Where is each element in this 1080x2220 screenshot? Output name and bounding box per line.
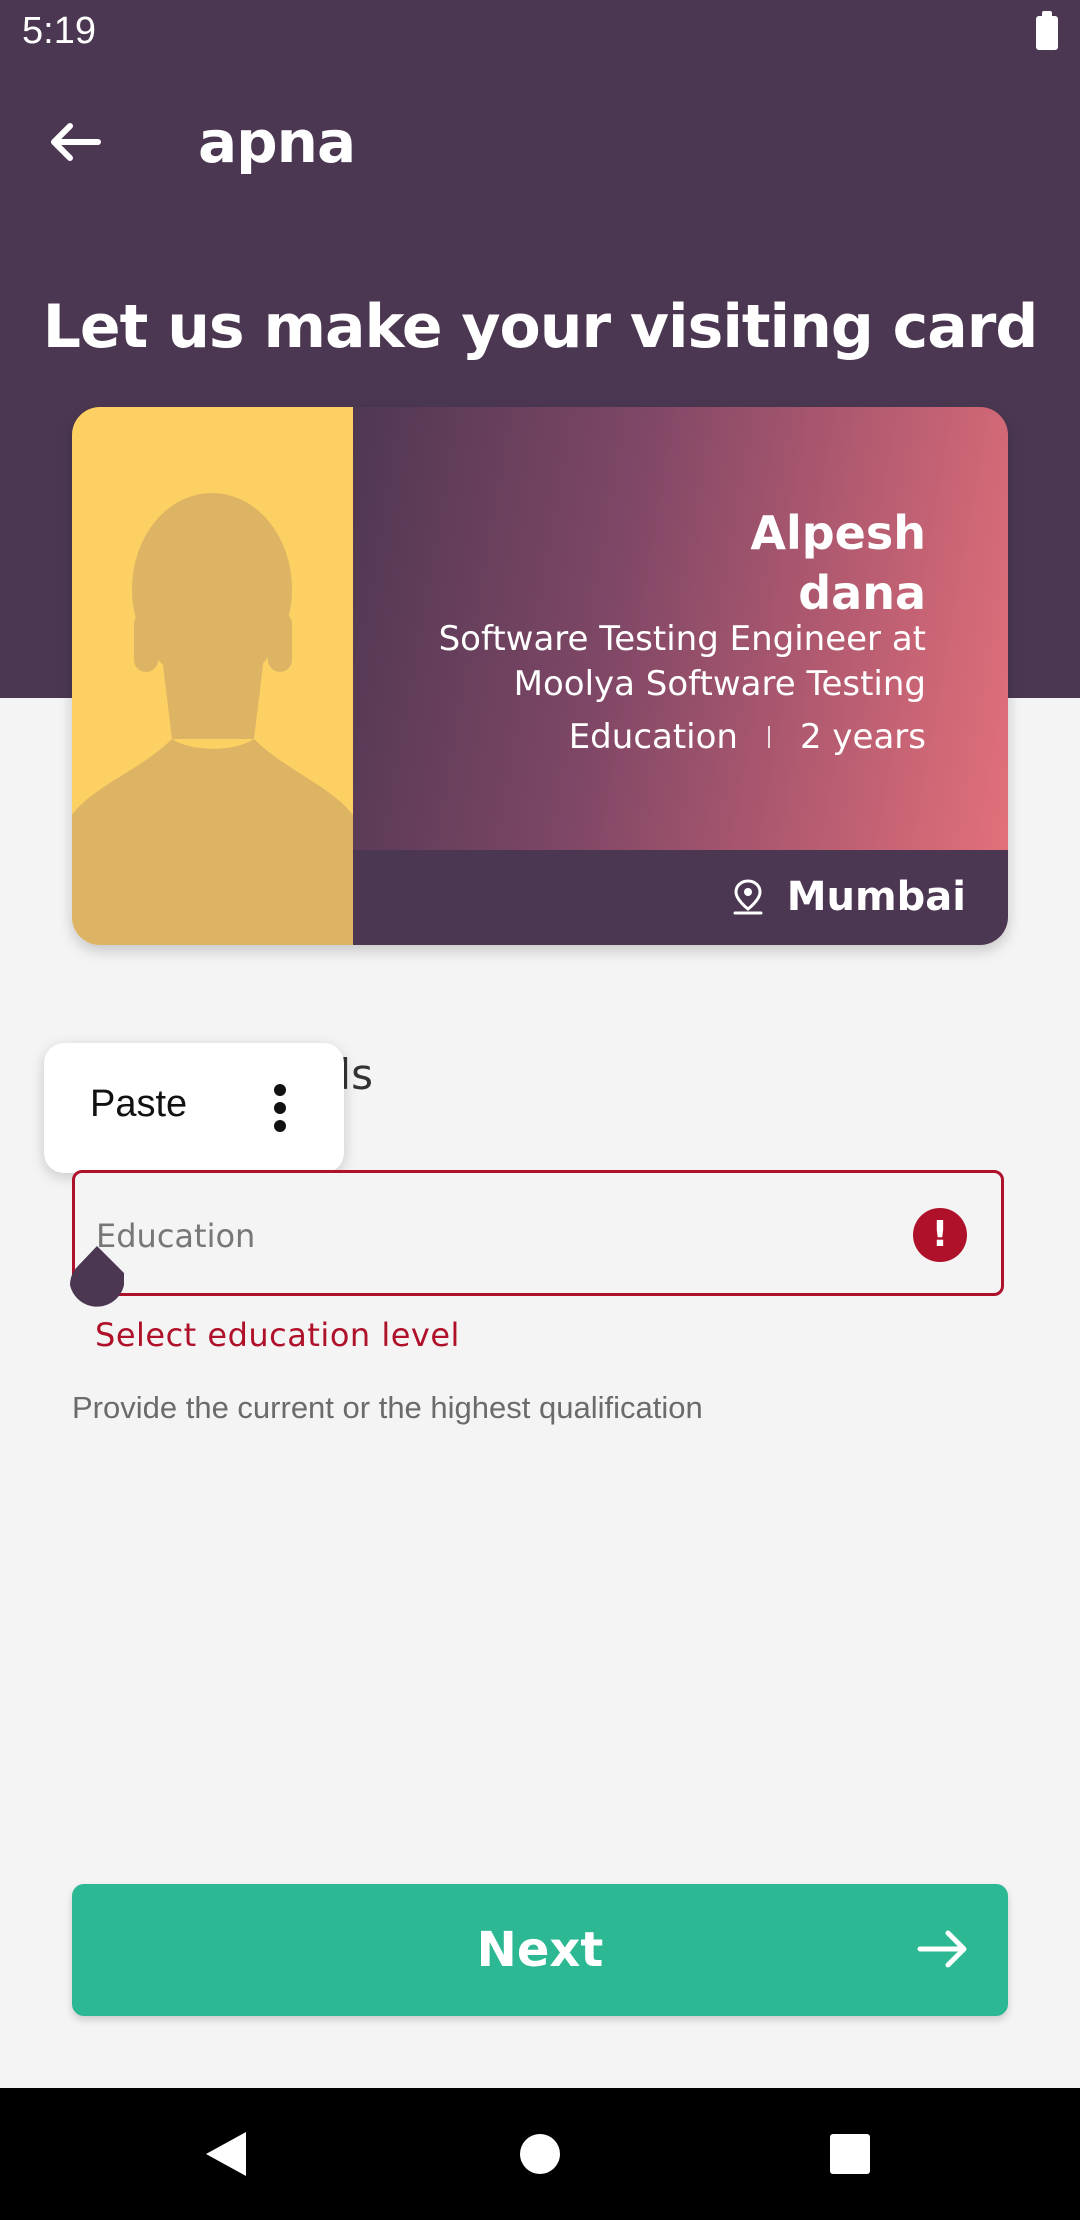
card-first-name: Alpesh xyxy=(750,506,926,560)
card-photo xyxy=(72,407,353,945)
arrow-left-icon xyxy=(51,123,101,161)
card-last-name: dana xyxy=(798,566,926,620)
system-navigation-bar xyxy=(0,2088,1080,2220)
card-role: Software Testing Engineer at Moolya Soft… xyxy=(439,617,926,707)
app-logo: apna xyxy=(198,108,356,176)
card-company: Moolya Software Testing xyxy=(513,664,926,704)
next-button[interactable]: Next xyxy=(72,1884,1008,2016)
card-meta: Education 2 years xyxy=(569,717,926,757)
card-job-title: Software Testing Engineer at xyxy=(438,619,926,659)
card-experience: 2 years xyxy=(799,717,926,757)
visiting-card-preview: Alpesh dana Software Testing Engineer at… xyxy=(72,407,1008,945)
status-time: 5:19 xyxy=(22,10,96,52)
education-error-message: Select education level xyxy=(95,1316,460,1354)
page-title: Let us make your visiting card xyxy=(42,292,1039,362)
next-button-label: Next xyxy=(476,1922,604,1978)
location-pin-icon xyxy=(733,879,763,915)
nav-back-icon[interactable] xyxy=(204,2130,248,2178)
arrow-right-icon xyxy=(917,1930,967,1968)
battery-icon xyxy=(1036,11,1058,50)
card-city: Mumbai xyxy=(786,874,966,920)
text-selection-menu: Paste xyxy=(44,1043,344,1173)
card-name: Alpesh dana xyxy=(750,503,926,623)
card-divider xyxy=(767,726,770,748)
nav-recents-icon[interactable] xyxy=(830,2134,870,2174)
education-field[interactable]: Education ! xyxy=(72,1170,1004,1296)
paste-menu-item[interactable]: Paste xyxy=(90,1083,187,1126)
card-education: Education xyxy=(568,717,738,757)
more-options-icon[interactable] xyxy=(272,1083,288,1133)
education-helper-text: Provide the current or the highest quali… xyxy=(72,1390,703,1425)
nav-home-icon[interactable] xyxy=(518,2132,562,2176)
card-location: Mumbai xyxy=(731,874,966,920)
card-info-panel: Alpesh dana Software Testing Engineer at… xyxy=(353,407,1008,850)
text-cursor-handle[interactable] xyxy=(70,1246,125,1312)
back-button[interactable] xyxy=(40,112,112,172)
avatar-placeholder-icon xyxy=(72,493,353,945)
error-icon: ! xyxy=(913,1208,967,1262)
